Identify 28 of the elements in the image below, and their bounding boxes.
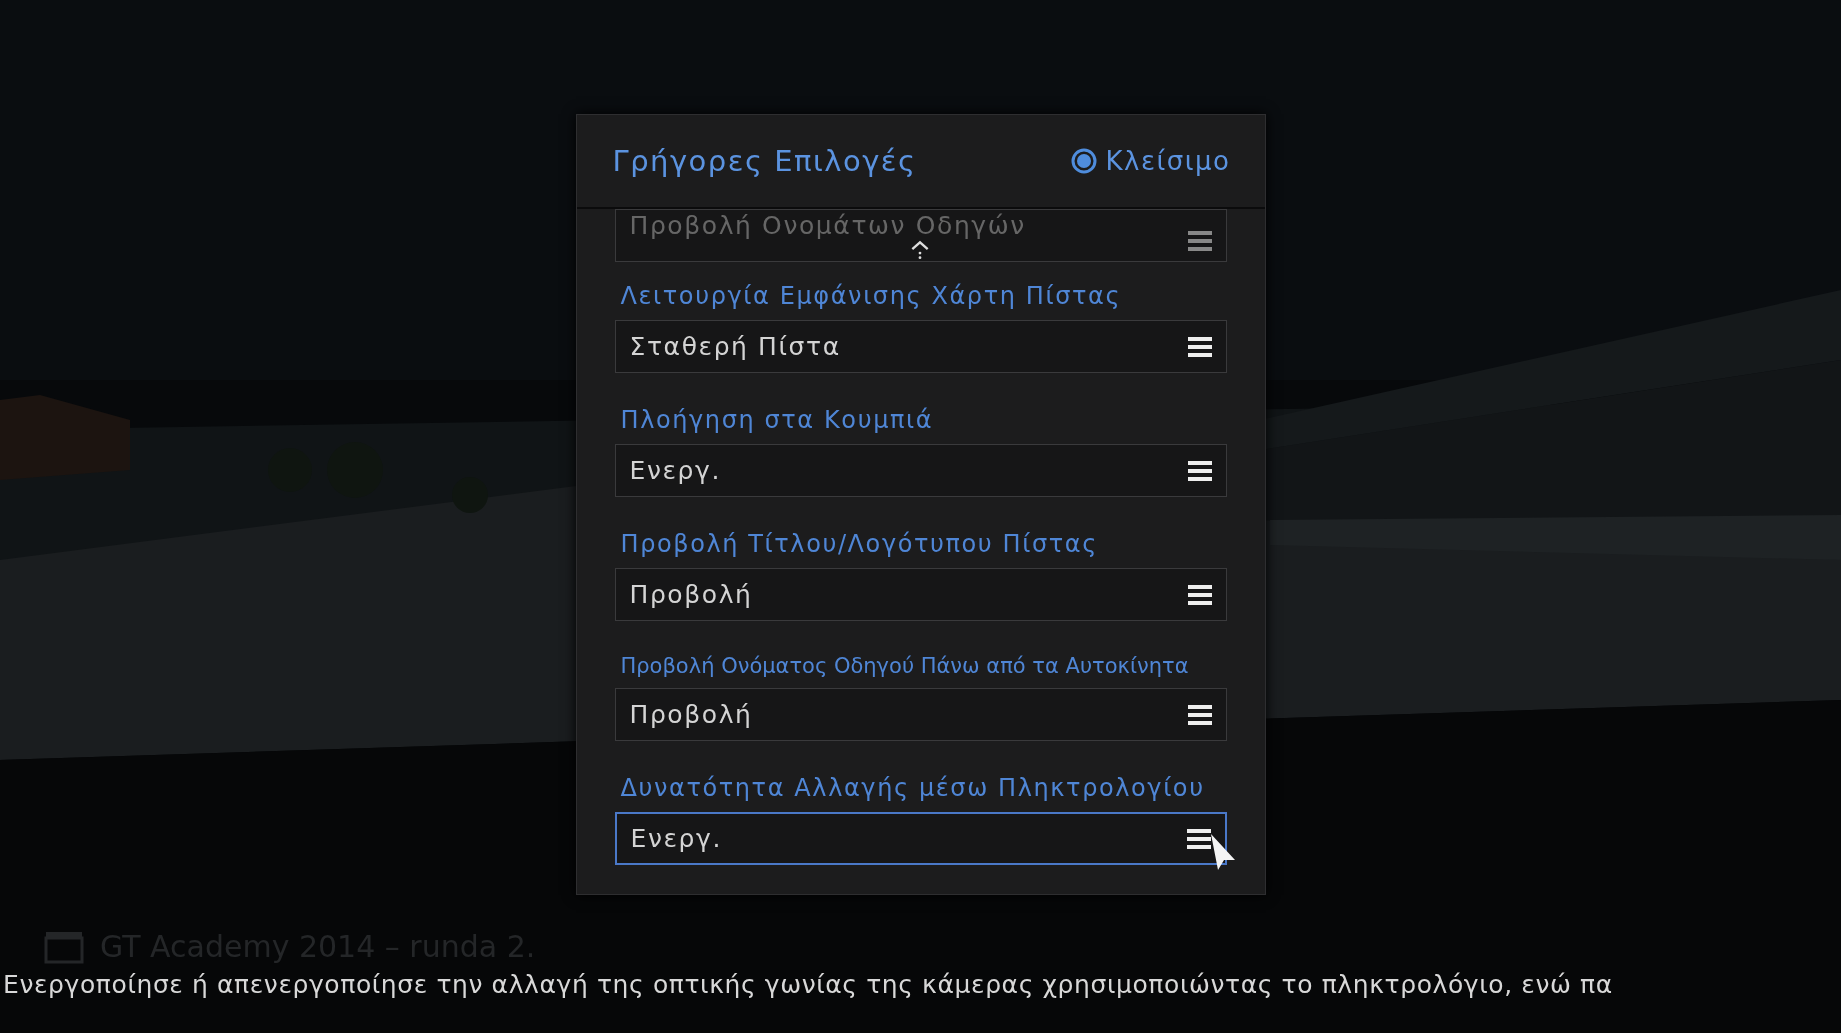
dropdown-field[interactable]: Προβολή bbox=[614, 568, 1227, 621]
field-value: Ενεργ. bbox=[630, 824, 722, 853]
field-value: Προβολή bbox=[629, 700, 753, 729]
scroll-up-icon[interactable] bbox=[909, 240, 930, 260]
dialog-title: Γρήγορες Επιλογές bbox=[612, 144, 917, 178]
pointer-icon bbox=[1208, 832, 1237, 872]
list-icon bbox=[1187, 583, 1212, 606]
option-label: Πλοήγηση στα Κουμπιά bbox=[619, 405, 935, 436]
field-value: Ενεργ. bbox=[629, 456, 721, 485]
option-label: Λειτουργία Εμφάνισης Χάρτη Πίστας bbox=[619, 281, 1123, 312]
field-value: Προβολή bbox=[629, 580, 753, 609]
circle-button-icon bbox=[1071, 148, 1098, 174]
dropdown-field[interactable]: Σταθερή Πίστα bbox=[614, 320, 1227, 373]
field-value: Προβολή Ονομάτων Οδηγών bbox=[629, 213, 1026, 238]
field-value: Σταθερή Πίστα bbox=[629, 332, 841, 361]
list-icon bbox=[1186, 827, 1211, 850]
option-label: Δυνατότητα Αλλαγής μέσω Πληκτρολογίου bbox=[619, 773, 1206, 804]
list-icon bbox=[1187, 459, 1212, 482]
close-button[interactable]: Κλείσιμο bbox=[1071, 146, 1231, 176]
option-label: Προβολή Ονόματος Οδηγού Πάνω από τα Αυτοκίνητα bbox=[619, 653, 1190, 680]
dropdown-field[interactable]: Ενεργ. bbox=[614, 444, 1227, 497]
list-icon bbox=[1187, 230, 1212, 252]
clapperboard-icon bbox=[44, 929, 84, 964]
dropdown-field[interactable]: Προβολή bbox=[614, 688, 1227, 741]
list-icon bbox=[1187, 703, 1212, 726]
list-icon bbox=[1187, 335, 1212, 358]
help-text: Ενεργοποίησε ή απενεργοποίησε την αλλαγή της οπτικής γωνίας της κάμερας χρησιμοποιώντας το πληκτρολόγιο, ενώ πα bbox=[2, 970, 1614, 999]
option-label: Προβολή Τίτλου/Λογότυπου Πίστας bbox=[619, 529, 1099, 560]
